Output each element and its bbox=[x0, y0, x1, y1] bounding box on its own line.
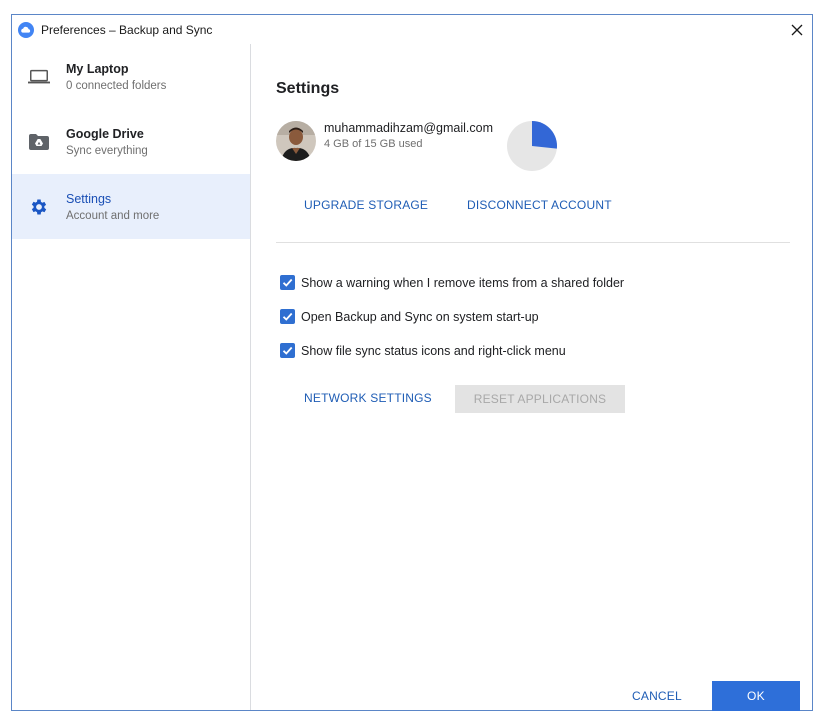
sidebar-item-label: Google Drive bbox=[66, 126, 144, 141]
checkmark-icon bbox=[282, 278, 293, 287]
avatar bbox=[276, 121, 316, 161]
preferences-window: Preferences – Backup and Sync My Laptop … bbox=[11, 14, 813, 711]
checkbox-checked[interactable] bbox=[280, 343, 295, 358]
page-title: Settings bbox=[276, 80, 340, 97]
backup-and-sync-cloud-icon bbox=[18, 21, 34, 38]
reset-applications-button: RESET APPLICATIONS bbox=[455, 385, 625, 413]
sidebar-item-sublabel: Account and more bbox=[66, 209, 160, 222]
drive-folder-icon bbox=[28, 131, 50, 153]
upgrade-storage-button[interactable]: UPGRADE STORAGE bbox=[304, 198, 428, 212]
laptop-icon bbox=[28, 66, 50, 88]
option-label: Show file sync status icons and right-cl… bbox=[301, 343, 566, 358]
account-info: muhammadihzam@gmail.com 4 GB of 15 GB us… bbox=[276, 121, 493, 161]
sidebar-item-settings[interactable]: Settings Account and more bbox=[12, 174, 250, 239]
pie-used-slice bbox=[532, 121, 557, 149]
gear-icon bbox=[28, 196, 50, 218]
checkmark-icon bbox=[282, 346, 293, 355]
sidebar-item-my-laptop[interactable]: My Laptop 0 connected folders bbox=[12, 44, 250, 109]
option-label: Show a warning when I remove items from … bbox=[301, 275, 625, 290]
storage-usage-text: 4 GB of 15 GB used bbox=[324, 138, 423, 150]
close-icon bbox=[791, 24, 803, 35]
checkbox-checked[interactable] bbox=[280, 309, 295, 324]
sidebar-item-label: My Laptop bbox=[66, 61, 129, 76]
sidebar-item-sublabel: 0 connected folders bbox=[66, 79, 167, 92]
option-label: Open Backup and Sync on system start-up bbox=[301, 309, 539, 324]
option-shared-folder-warning[interactable]: Show a warning when I remove items from … bbox=[280, 275, 624, 290]
settings-panel: Settings muhammadihzam@gmail.com 4 GB of… bbox=[252, 44, 812, 711]
disconnect-account-button[interactable]: DISCONNECT ACCOUNT bbox=[467, 198, 612, 212]
network-settings-button[interactable]: NETWORK SETTINGS bbox=[304, 391, 432, 405]
divider bbox=[276, 242, 790, 243]
storage-pie-chart bbox=[507, 121, 557, 171]
sidebar-item-sublabel: Sync everything bbox=[66, 144, 148, 157]
sidebar-item-label: Settings bbox=[66, 191, 112, 206]
account-email: muhammadihzam@gmail.com bbox=[324, 121, 493, 135]
cancel-button[interactable]: CANCEL bbox=[632, 689, 682, 703]
option-sync-status-icons[interactable]: Show file sync status icons and right-cl… bbox=[280, 343, 566, 358]
sidebar-item-google-drive[interactable]: Google Drive Sync everything bbox=[12, 109, 250, 174]
option-open-on-startup[interactable]: Open Backup and Sync on system start-up bbox=[280, 309, 539, 324]
sidebar: My Laptop 0 connected folders Google Dri… bbox=[12, 44, 251, 710]
checkmark-icon bbox=[282, 312, 293, 321]
checkbox-checked[interactable] bbox=[280, 275, 295, 290]
window-title: Preferences – Backup and Sync bbox=[41, 22, 213, 37]
title-bar: Preferences – Backup and Sync bbox=[12, 15, 812, 44]
ok-button[interactable]: OK bbox=[712, 681, 800, 711]
close-button[interactable] bbox=[782, 15, 812, 44]
